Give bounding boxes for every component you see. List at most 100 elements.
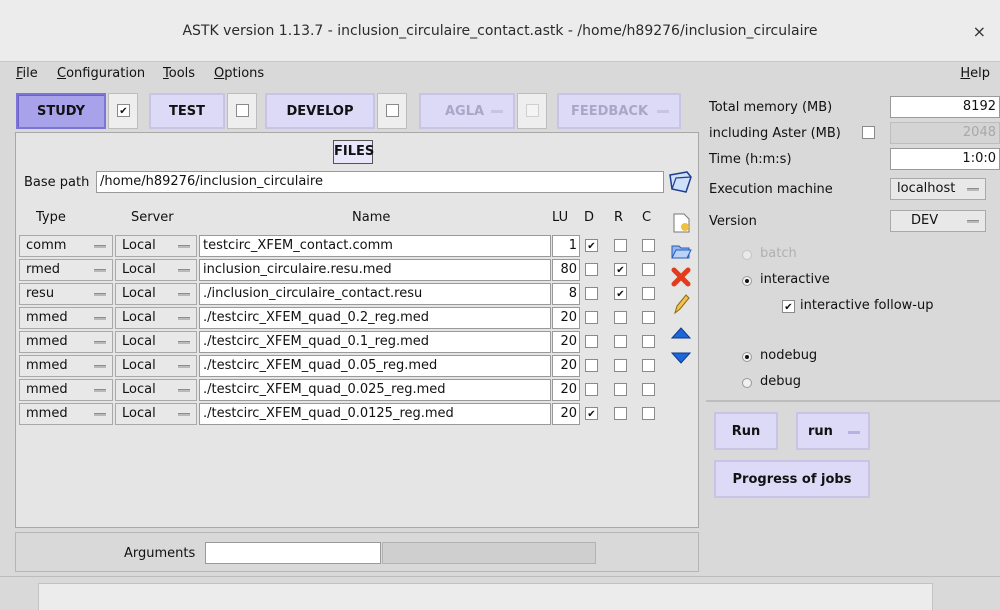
menu-help[interactable]: Help xyxy=(960,66,990,81)
c-checkbox[interactable] xyxy=(642,287,655,300)
d-checkbox[interactable] xyxy=(585,335,598,348)
col-type: Type xyxy=(36,210,66,225)
main-area: STUDY TEST DEVELOP AGLA FEEDBACK FILES B… xyxy=(12,88,702,574)
including-aster-checkbox[interactable] xyxy=(862,126,875,139)
lu-input[interactable]: 20 xyxy=(552,307,580,329)
file-name-input[interactable]: ./testcirc_XFEM_quad_0.1_reg.med xyxy=(199,331,551,353)
server-select[interactable]: Local xyxy=(115,379,197,401)
study-toggle[interactable] xyxy=(108,93,138,129)
develop-button[interactable]: DEVELOP xyxy=(265,93,375,129)
total-memory-input[interactable]: 8192 xyxy=(890,96,1000,118)
d-checkbox[interactable] xyxy=(585,287,598,300)
type-select[interactable]: rmed xyxy=(19,259,113,281)
d-checkbox[interactable] xyxy=(585,263,598,276)
exec-machine-select[interactable]: localhost xyxy=(890,178,986,200)
server-dropdown-icon xyxy=(178,317,190,320)
lu-input[interactable]: 80 xyxy=(552,259,580,281)
d-checkbox[interactable] xyxy=(585,407,598,420)
interactive-followup-label: interactive follow-up xyxy=(800,298,934,313)
file-name-input[interactable]: ./testcirc_XFEM_quad_0.2_reg.med xyxy=(199,307,551,329)
test-toggle[interactable] xyxy=(227,93,257,129)
file-name-input[interactable]: ./testcirc_XFEM_quad_0.025_reg.med xyxy=(199,379,551,401)
c-checkbox[interactable] xyxy=(642,311,655,324)
debug-label: debug xyxy=(760,374,801,389)
open-folder-icon[interactable] xyxy=(670,240,692,262)
study-button[interactable]: STUDY xyxy=(16,93,106,129)
batch-radio xyxy=(742,250,752,260)
move-up-icon[interactable] xyxy=(670,322,692,344)
type-select[interactable]: resu xyxy=(19,283,113,305)
delete-x-icon[interactable] xyxy=(670,266,692,288)
r-checkbox[interactable] xyxy=(614,311,627,324)
type-select[interactable]: comm xyxy=(19,235,113,257)
browse-folder-icon[interactable] xyxy=(667,169,693,195)
server-select[interactable]: Local xyxy=(115,307,197,329)
type-select[interactable]: mmed xyxy=(19,379,113,401)
debug-radio[interactable] xyxy=(742,378,752,388)
file-name-input[interactable]: ./testcirc_XFEM_quad_0.05_reg.med xyxy=(199,355,551,377)
type-select[interactable]: mmed xyxy=(19,355,113,377)
lu-input[interactable]: 20 xyxy=(552,379,580,401)
file-name-input[interactable]: testcirc_XFEM_contact.comm xyxy=(199,235,551,257)
run-mode-dropdown-icon xyxy=(848,431,860,434)
file-name-input[interactable]: ./inclusion_circulaire_contact.resu xyxy=(199,283,551,305)
server-select[interactable]: Local xyxy=(115,235,197,257)
lu-input[interactable]: 20 xyxy=(552,331,580,353)
type-select[interactable]: mmed xyxy=(19,403,113,425)
lu-input[interactable]: 1 xyxy=(552,235,580,257)
server-select[interactable]: Local xyxy=(115,259,197,281)
c-checkbox[interactable] xyxy=(642,407,655,420)
file-name-input[interactable]: inclusion_circulaire.resu.med xyxy=(199,259,551,281)
c-checkbox[interactable] xyxy=(642,335,655,348)
c-checkbox[interactable] xyxy=(642,359,655,372)
server-select[interactable]: Local xyxy=(115,283,197,305)
progress-jobs-button[interactable]: Progress of jobs xyxy=(714,460,870,498)
c-checkbox[interactable] xyxy=(642,383,655,396)
type-select[interactable]: mmed xyxy=(19,331,113,353)
r-checkbox[interactable] xyxy=(614,407,627,420)
version-select[interactable]: DEV xyxy=(890,210,986,232)
develop-checkbox[interactable] xyxy=(386,104,399,117)
nodebug-radio[interactable] xyxy=(742,352,752,362)
lu-input[interactable]: 8 xyxy=(552,283,580,305)
menu-options[interactable]: Options xyxy=(214,66,264,81)
close-icon[interactable]: × xyxy=(973,22,986,41)
c-checkbox[interactable] xyxy=(642,263,655,276)
menu-configuration[interactable]: Configuration xyxy=(57,66,145,81)
c-checkbox[interactable] xyxy=(642,239,655,252)
menu-file[interactable]: File xyxy=(16,66,38,81)
move-down-icon[interactable] xyxy=(670,347,692,369)
run-mode-menubutton[interactable]: run xyxy=(796,412,870,450)
develop-toggle[interactable] xyxy=(377,93,407,129)
server-select[interactable]: Local xyxy=(115,355,197,377)
edit-pencil-icon[interactable] xyxy=(670,293,692,315)
new-file-icon[interactable] xyxy=(670,212,692,234)
menu-tools[interactable]: Tools xyxy=(163,66,195,81)
r-checkbox[interactable] xyxy=(614,359,627,372)
run-button[interactable]: Run xyxy=(714,412,778,450)
test-button[interactable]: TEST xyxy=(149,93,225,129)
file-name-input[interactable]: ./testcirc_XFEM_quad_0.0125_reg.med xyxy=(199,403,551,425)
study-checkbox[interactable] xyxy=(117,104,130,117)
d-checkbox[interactable] xyxy=(585,239,598,252)
agla-checkbox xyxy=(526,104,539,117)
interactive-radio[interactable] xyxy=(742,276,752,286)
lu-input[interactable]: 20 xyxy=(552,355,580,377)
d-checkbox[interactable] xyxy=(585,383,598,396)
time-input[interactable]: 1:0:0 xyxy=(890,148,1000,170)
d-checkbox[interactable] xyxy=(585,359,598,372)
server-select[interactable]: Local xyxy=(115,403,197,425)
r-checkbox[interactable] xyxy=(614,383,627,396)
r-checkbox[interactable] xyxy=(614,239,627,252)
base-path-input[interactable]: /home/h89276/inclusion_circulaire xyxy=(96,171,664,193)
server-select[interactable]: Local xyxy=(115,331,197,353)
type-select[interactable]: mmed xyxy=(19,307,113,329)
arguments-input[interactable] xyxy=(205,542,381,564)
r-checkbox[interactable] xyxy=(614,335,627,348)
d-checkbox[interactable] xyxy=(585,311,598,324)
r-checkbox[interactable] xyxy=(614,287,627,300)
r-checkbox[interactable] xyxy=(614,263,627,276)
interactive-followup-checkbox[interactable] xyxy=(782,300,795,313)
test-checkbox[interactable] xyxy=(236,104,249,117)
lu-input[interactable]: 20 xyxy=(552,403,580,425)
